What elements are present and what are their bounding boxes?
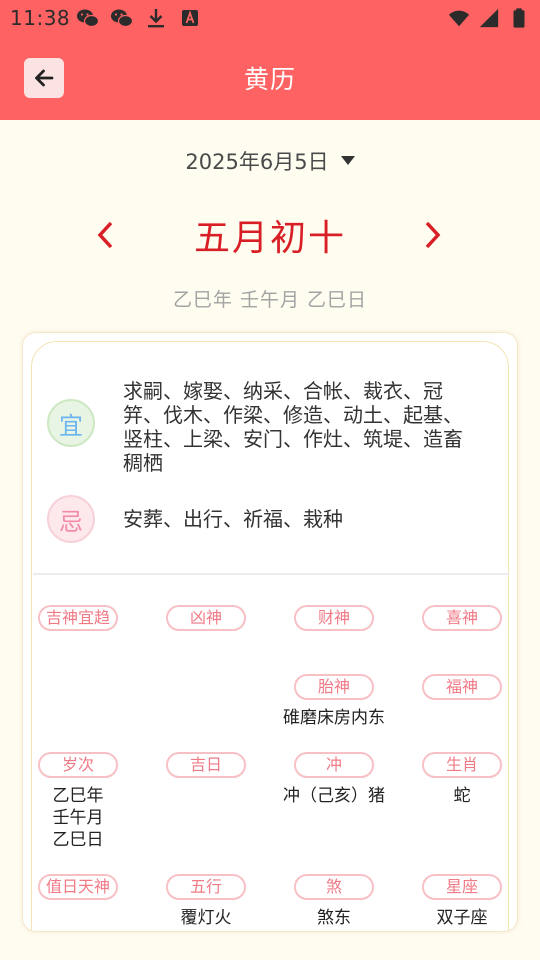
system-icons [448,7,530,29]
tag-xingzuo: 星座 [422,874,502,900]
notification-icons [76,6,202,30]
value-suici-month: 壬午月 [52,808,104,828]
tag-jishen-yiqu: 吉神宜趋 [38,605,118,631]
page-title: 黄历 [243,65,296,94]
value-chong: 冲（己亥）猪 [283,786,385,806]
cell-signal-icon [479,8,499,28]
value-shengxiao: 蛇 [453,786,471,806]
next-day-button[interactable] [418,219,446,251]
value-wuxing: 覆灯火 [180,908,232,928]
wechat-icon [77,9,100,28]
value-taishen: 碓磨床房内东 [283,708,385,728]
yi-text: 求嗣、嫁娶、纳采、合帐、裁衣、冠笄、伐木、作梁、修造、动土、起基、竖柱、上梁、安… [123,379,463,475]
divider [33,573,509,575]
value-suici-day: 乙巳日 [52,830,104,850]
value-xingzuo: 双子座 [436,908,488,928]
tag-jiri: 吉日 [166,752,246,778]
value-suici-year: 乙巳年 [52,786,104,806]
yi-section: 宜 求嗣、嫁娶、纳采、合帐、裁衣、冠笄、伐木、作梁、修造、动土、起基、竖柱、上梁… [47,379,473,475]
yi-badge: 宜 [47,399,95,447]
tag-sha: 煞 [294,874,374,900]
tag-xiongshen: 凶神 [166,605,246,631]
value-suici: 乙巳年 壬午月 乙巳日 [23,785,142,851]
date-selector[interactable]: 2025年6月5日 [0,146,540,176]
ji-badge: 忌 [47,495,95,543]
download-icon [148,9,164,28]
battery-icon [513,8,525,28]
tag-zhiri-tianshen: 值日天神 [38,874,118,900]
value-sha: 煞东 [317,908,351,928]
tag-taishen: 胎神 [294,674,374,700]
tag-xishen: 喜神 [422,605,502,631]
status-bar: 11:38 [0,0,540,36]
tag-fushen: 福神 [422,674,502,700]
wechat-icon [111,9,134,28]
date-label: 2025年6月5日 [185,150,329,174]
status-time: 11:38 [10,6,71,30]
lunar-date: 五月初十 [193,218,346,259]
chevron-right-icon [425,221,441,249]
tag-caishen: 财神 [294,605,374,631]
a-box-icon [182,10,198,26]
lunar-date-row: 五月初十 [0,205,540,265]
wifi-icon [448,10,470,27]
app-bar: 黄历 [0,36,540,120]
dropdown-caret-icon [340,156,355,165]
ganzhi-date: 乙巳年 壬午月 乙巳日 [172,289,368,311]
ji-text: 安葬、出行、祈福、栽种 [123,507,343,531]
almanac-card: 宜 求嗣、嫁娶、纳采、合帐、裁衣、冠笄、伐木、作梁、修造、动土、起基、竖柱、上梁… [22,332,518,932]
tag-wuxing: 五行 [166,874,246,900]
tag-chong: 冲 [294,752,374,778]
tag-shengxiao: 生肖 [422,752,502,778]
ji-section: 忌 安葬、出行、祈福、栽种 [47,495,473,543]
tag-suici: 岁次 [38,752,118,778]
